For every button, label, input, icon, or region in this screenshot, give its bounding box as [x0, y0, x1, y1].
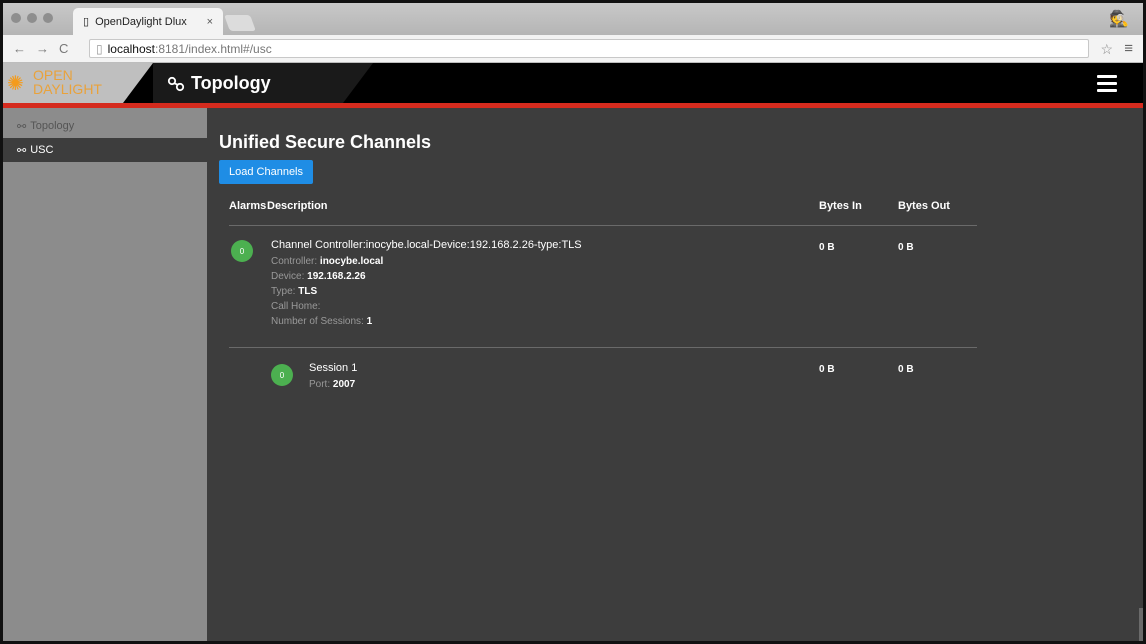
flower-icon: ✺: [7, 73, 24, 95]
navigation-buttons: ← → C: [13, 41, 68, 56]
logo-line1: OPEN: [33, 67, 73, 83]
maximize-window-button[interactable]: [43, 13, 53, 23]
channel-title: Channel Controller:inocybe.local-Device:…: [271, 239, 582, 251]
forward-icon[interactable]: →: [36, 41, 49, 56]
sidebar-item-label: USC: [30, 144, 54, 156]
reload-icon[interactable]: C: [59, 41, 68, 56]
sidebar-item-label: Topology: [30, 120, 75, 132]
device-value: 192.168.2.26: [307, 271, 366, 282]
page-icon: ▯: [96, 41, 103, 56]
logo-line2: DAYLIGHT: [33, 81, 102, 97]
row-divider: [229, 347, 977, 348]
topology-icon: [167, 76, 185, 91]
sessions-value: 1: [366, 316, 373, 327]
incognito-icon: 🕵: [1109, 11, 1129, 28]
tab-strip: ▯ OpenDaylight Dlux × 🕵: [3, 3, 1143, 35]
scrollbar[interactable]: [1139, 608, 1143, 641]
sidebar-item-usc[interactable]: ⚯ USC: [3, 138, 207, 162]
page-icon: ▯: [83, 16, 90, 28]
main-content: Unified Secure Channels Load Channels Al…: [207, 108, 1143, 641]
alarm-badge[interactable]: 0: [231, 240, 253, 262]
address-bar-row: ← → C ▯ localhost:8181/index.html#/usc ☆…: [3, 35, 1143, 63]
channel-bytes-in: 0 B: [819, 242, 835, 253]
column-header-description: Description: [267, 200, 328, 212]
port-value: 2007: [332, 379, 356, 390]
page-title: Topology: [191, 73, 271, 93]
topology-icon: ⚯: [17, 144, 27, 157]
app-title-block: Topology: [153, 63, 373, 103]
tab-close-icon[interactable]: ×: [207, 16, 213, 28]
session-row[interactable]: Session 1 Port: 2007: [309, 361, 357, 392]
browser-tab[interactable]: ▯ OpenDaylight Dlux ×: [73, 8, 223, 35]
load-channels-button[interactable]: Load Channels: [219, 160, 314, 184]
controller-value: inocybe.local: [319, 256, 384, 267]
minimize-window-button[interactable]: [27, 13, 37, 23]
close-window-button[interactable]: [11, 13, 21, 23]
url-host: localhost: [107, 41, 155, 56]
sidebar-item-topology[interactable]: ⚯ Topology: [3, 114, 207, 138]
column-header-bytes-in: Bytes In: [819, 200, 862, 212]
header-divider: [229, 225, 977, 226]
browser-menu-icon[interactable]: ≡: [1124, 40, 1133, 57]
opendaylight-logo[interactable]: ✺ OPEN DAYLIGHT: [3, 63, 153, 103]
column-header-alarms: Alarms: [229, 200, 267, 212]
sidebar: ⚯ Topology ⚯ USC: [3, 108, 207, 641]
window-controls: [11, 13, 53, 23]
back-icon[interactable]: ←: [13, 41, 26, 56]
new-tab-button[interactable]: [224, 15, 256, 31]
type-value: TLS: [298, 286, 318, 297]
browser-window: ▯ OpenDaylight Dlux × 🕵 ← → C ▯ localhos…: [0, 0, 1146, 644]
session-bytes-out: 0 B: [898, 364, 914, 375]
channel-bytes-out: 0 B: [898, 242, 914, 253]
topology-icon: ⚯: [17, 120, 27, 133]
session-title: Session 1: [309, 362, 358, 374]
column-header-bytes-out: Bytes Out: [898, 200, 950, 212]
session-bytes-in: 0 B: [819, 364, 835, 375]
bookmark-star-icon[interactable]: ☆: [1100, 41, 1113, 58]
url-field[interactable]: ▯ localhost:8181/index.html#/usc: [89, 39, 1089, 58]
tab-title: OpenDaylight Dlux: [95, 15, 187, 28]
app-header: ✺ OPEN DAYLIGHT Topology: [3, 63, 1143, 103]
section-heading: Unified Secure Channels: [219, 132, 432, 152]
hamburger-menu-icon[interactable]: [1097, 75, 1117, 96]
alarm-badge[interactable]: 0: [271, 364, 293, 386]
channel-row[interactable]: Channel Controller:inocybe.local-Device:…: [271, 238, 582, 329]
url-path: :8181/index.html#/usc: [154, 41, 272, 56]
